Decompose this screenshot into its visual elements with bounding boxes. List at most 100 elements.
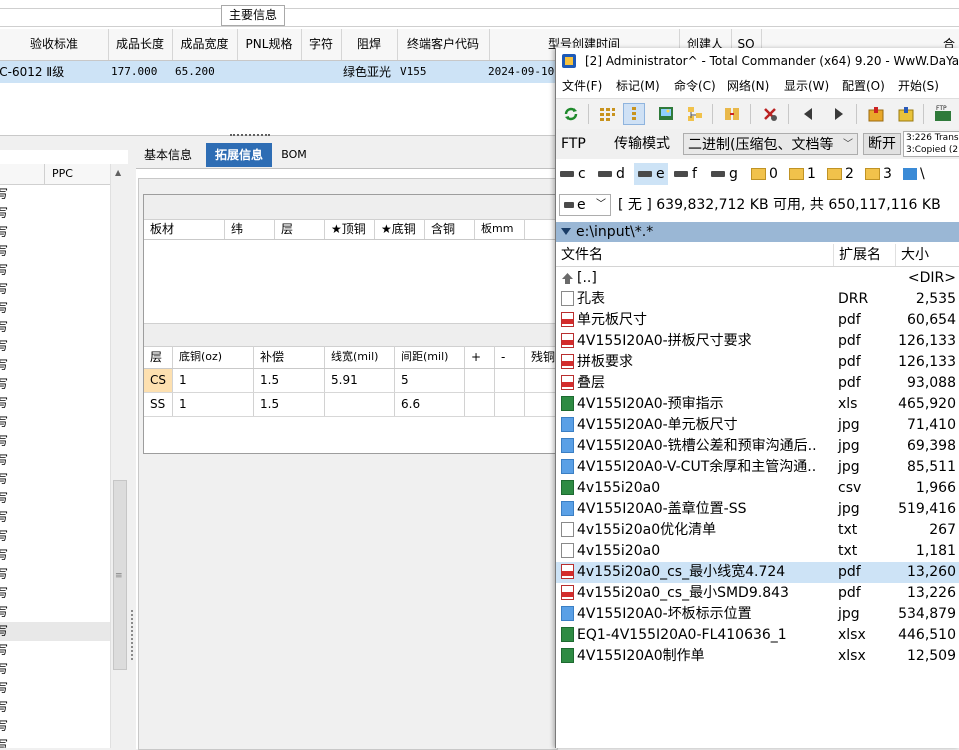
- left-scrollbar[interactable]: ▲ ≡: [110, 164, 128, 748]
- cell-plus[interactable]: [465, 393, 495, 416]
- list-item[interactable]: 写: [0, 679, 110, 698]
- col-customer[interactable]: 终端客户代码: [397, 29, 490, 60]
- ftp-log[interactable]: 3:226 Trans 3:Copied (2: [903, 131, 959, 157]
- file-row[interactable]: 4V155I20A0-盖章位置-SS jpg 519,416: [556, 499, 959, 520]
- col-layer2[interactable]: 层: [144, 346, 173, 368]
- menu-start[interactable]: 开始(S): [898, 75, 939, 97]
- col-plus[interactable]: +: [465, 346, 495, 368]
- list-item[interactable]: 写: [0, 470, 110, 489]
- file-row[interactable]: 4v155i20a0_cs_最小SMD9.843 pdf 13,226: [556, 583, 959, 604]
- col-char[interactable]: 字符: [301, 29, 342, 60]
- drive-g[interactable]: g: [711, 163, 738, 185]
- menu-net[interactable]: 网络(N): [727, 75, 769, 97]
- brief-view-icon[interactable]: [596, 103, 618, 125]
- scroll-up-icon[interactable]: ▲: [115, 168, 121, 177]
- unpack-icon[interactable]: [895, 103, 917, 125]
- file-row[interactable]: 4v155i20a0_cs_最小线宽4.724 pdf 13,260: [556, 562, 959, 583]
- file-row[interactable]: 4V155I20A0制作单 xlsx 12,509: [556, 646, 959, 667]
- drive-network[interactable]: \: [903, 163, 925, 185]
- list-item[interactable]: 写: [0, 717, 110, 736]
- cell-minus[interactable]: [495, 393, 525, 416]
- cell-plus[interactable]: [465, 369, 495, 392]
- drive-e[interactable]: e: [634, 163, 668, 185]
- file-row[interactable]: 4V155I20A0-单元板尺寸 jpg 71,410: [556, 415, 959, 436]
- col-weft[interactable]: 纬: [225, 219, 275, 239]
- detail-view-icon[interactable]: [623, 103, 645, 125]
- cell-spacing[interactable]: 6.6: [395, 393, 465, 416]
- col-line-width[interactable]: 线宽(mil): [325, 346, 395, 368]
- disconnect-button[interactable]: 断开: [863, 133, 901, 155]
- col-solder[interactable]: 阻焊: [341, 29, 398, 60]
- tab-bom[interactable]: BOM: [276, 143, 312, 167]
- list-item[interactable]: 写: [0, 337, 110, 356]
- list-item[interactable]: 写: [0, 413, 110, 432]
- forward-icon[interactable]: [827, 103, 849, 125]
- file-row[interactable]: 拼板要求 pdf 126,133: [556, 352, 959, 373]
- list-item[interactable]: 写: [0, 565, 110, 584]
- thumbnail-view-icon[interactable]: [655, 103, 677, 125]
- horizontal-splitter[interactable]: [0, 138, 135, 150]
- col-size[interactable]: 大小: [896, 244, 959, 266]
- ftp-connect-icon[interactable]: FTP: [932, 103, 954, 125]
- col-compensation[interactable]: 补偿: [254, 346, 325, 368]
- pack-icon[interactable]: [865, 103, 887, 125]
- left-col-ppc[interactable]: PPC: [52, 164, 73, 184]
- list-item[interactable]: 写: [0, 223, 110, 242]
- list-item[interactable]: 写: [0, 356, 110, 375]
- list-item[interactable]: 写: [0, 546, 110, 565]
- file-row[interactable]: EQ1-4V155I20A0-FL410636_1 xlsx 446,510: [556, 625, 959, 646]
- drive-d[interactable]: d: [598, 163, 625, 185]
- col-spacing[interactable]: 间距(mil): [395, 346, 465, 368]
- file-row[interactable]: 单元板尺寸 pdf 60,654: [556, 310, 959, 331]
- table-row[interactable]: CS 1 1.5 5.91 5: [144, 369, 557, 393]
- list-item[interactable]: 写: [0, 698, 110, 717]
- list-item[interactable]: 写: [0, 280, 110, 299]
- list-item[interactable]: 写: [0, 185, 110, 204]
- menu-show[interactable]: 显示(W): [784, 75, 829, 97]
- refresh-icon[interactable]: [560, 103, 582, 125]
- cell-layer[interactable]: CS: [144, 369, 173, 392]
- list-item[interactable]: 写: [0, 527, 110, 546]
- file-row[interactable]: 4V155I20A0-坏板标示位置 jpg 534,879: [556, 604, 959, 625]
- tree-view-icon[interactable]: [684, 103, 706, 125]
- list-item[interactable]: 写: [0, 318, 110, 337]
- col-material[interactable]: 板材: [144, 219, 225, 239]
- file-row[interactable]: 叠层 pdf 93,088: [556, 373, 959, 394]
- list-item[interactable]: 写: [0, 489, 110, 508]
- menu-commands[interactable]: 命令(C): [674, 75, 716, 97]
- cell-minus[interactable]: [495, 369, 525, 392]
- file-row[interactable]: 4V155I20A0-V-CUT余厚和主管沟通.. jpg 85,511: [556, 457, 959, 478]
- col-pnl[interactable]: PNL规格: [237, 29, 302, 60]
- file-row[interactable]: 孔表 DRR 2,535: [556, 289, 959, 310]
- dropdown-triangle-icon[interactable]: [561, 228, 571, 235]
- compare-icon[interactable]: [721, 103, 743, 125]
- title-bar[interactable]: [2] Administrator^ - Total Commander (x6…: [556, 48, 959, 74]
- menu-mark[interactable]: 标记(M): [616, 75, 660, 97]
- list-item[interactable]: 写: [0, 375, 110, 394]
- list-item[interactable]: 写: [0, 451, 110, 470]
- tab-extended-info[interactable]: 拓展信息: [206, 143, 272, 167]
- list-item[interactable]: 写: [0, 622, 110, 641]
- drive-f[interactable]: f: [674, 163, 697, 185]
- col-bottom-copper[interactable]: ★底铜: [375, 219, 425, 239]
- col-copper[interactable]: 含铜: [425, 219, 475, 239]
- tab-basic-info[interactable]: 基本信息: [136, 143, 200, 167]
- col-filename[interactable]: 文件名: [556, 244, 834, 266]
- cell-layer[interactable]: SS: [144, 393, 173, 416]
- menu-config[interactable]: 配置(O): [842, 75, 885, 97]
- col-layer[interactable]: 层: [275, 219, 325, 239]
- list-item[interactable]: 写: [0, 736, 110, 748]
- splitter-grip[interactable]: [230, 134, 270, 140]
- list-item[interactable]: 写: [0, 242, 110, 261]
- list-item[interactable]: 写: [0, 508, 110, 527]
- file-row[interactable]: 4V155I20A0-铣槽公差和预审沟通后.. jpg 69,398: [556, 436, 959, 457]
- cell-compensation[interactable]: 1.5: [254, 369, 325, 392]
- col-acceptance[interactable]: 验收标准: [0, 29, 109, 60]
- file-row[interactable]: 4v155i20a0 txt 1,181: [556, 541, 959, 562]
- list-item[interactable]: 写: [0, 603, 110, 622]
- list-item[interactable]: 写: [0, 660, 110, 679]
- list-item[interactable]: 写: [0, 299, 110, 318]
- transfer-mode-select[interactable]: 二进制(压缩包、文档等 ﹀: [683, 133, 858, 155]
- drive-c[interactable]: c: [560, 163, 586, 185]
- drive-3[interactable]: 3: [865, 163, 892, 185]
